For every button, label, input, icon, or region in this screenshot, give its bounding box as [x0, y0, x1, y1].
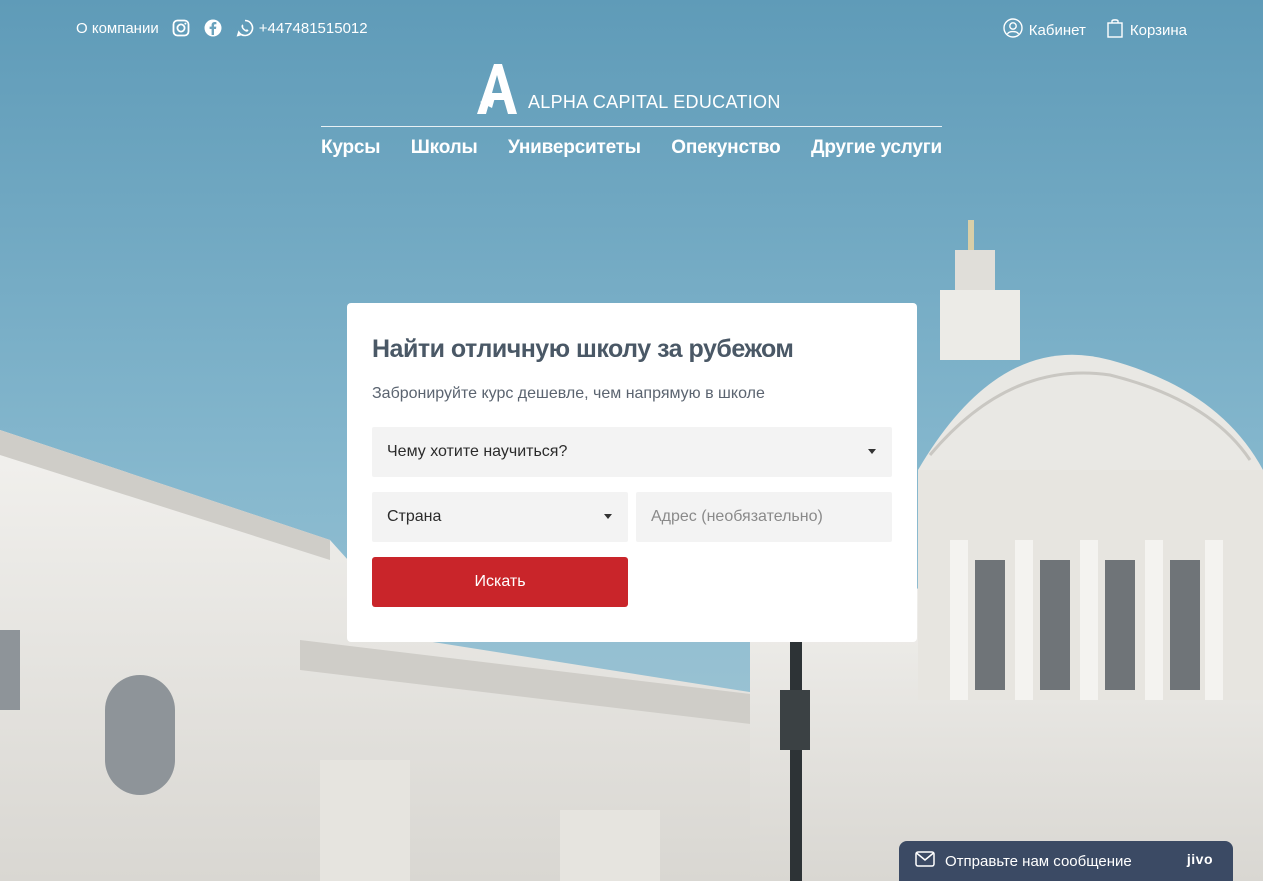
topbar-right: Кабинет Корзина: [1003, 18, 1187, 42]
nav-item-courses[interactable]: Курсы: [321, 137, 381, 159]
school-search-card: Найти отличную школу за рубежом Забронир…: [347, 303, 917, 642]
country-select-value: Страна: [387, 508, 442, 525]
jivo-logo: jivo: [1186, 851, 1213, 867]
phone-link[interactable]: +447481515012: [235, 18, 368, 38]
user-icon: [1003, 18, 1023, 42]
search-button[interactable]: Искать: [372, 557, 628, 607]
topbar-left: О компании +447481515012: [76, 18, 368, 38]
logo-text: ALPHA CAPITAL EDUCATION: [528, 92, 781, 112]
shopping-bag-icon: [1106, 18, 1124, 42]
nav-item-schools[interactable]: Школы: [411, 137, 478, 159]
alpha-logo-icon: [476, 64, 518, 119]
address-input[interactable]: [651, 508, 877, 526]
subject-select-value: Чему хотите научиться?: [387, 443, 568, 460]
nav-divider: [321, 126, 942, 127]
whatsapp-icon: [235, 18, 255, 38]
caret-down-icon: [604, 514, 612, 519]
about-link[interactable]: О компании: [76, 20, 159, 37]
main-nav: Курсы Школы Университеты Опекунство Друг…: [321, 137, 942, 159]
cabinet-label: Кабинет: [1028, 21, 1086, 39]
nav-item-guardianship[interactable]: Опекунство: [671, 137, 780, 159]
nav-item-other-services[interactable]: Другие услуги: [811, 137, 942, 159]
envelope-icon: [915, 851, 935, 871]
cart-link[interactable]: Корзина: [1106, 18, 1187, 42]
instagram-icon[interactable]: [171, 18, 191, 38]
nav-item-universities[interactable]: Университеты: [508, 137, 641, 159]
chat-widget[interactable]: Отправьте нам сообщение jivo: [899, 841, 1233, 881]
address-field-wrap: [636, 492, 892, 542]
subject-select[interactable]: Чему хотите научиться?: [372, 427, 892, 477]
site-logo[interactable]: ALPHA CAPITAL EDUCATION: [476, 64, 781, 119]
search-title: Найти отличную школу за рубежом: [372, 335, 794, 363]
cart-label: Корзина: [1129, 21, 1187, 39]
caret-down-icon: [868, 449, 876, 454]
chat-label: Отправьте нам сообщение: [945, 852, 1132, 870]
cabinet-link[interactable]: Кабинет: [1003, 18, 1086, 42]
facebook-icon[interactable]: [203, 18, 223, 38]
phone-number: +447481515012: [258, 19, 368, 37]
country-select[interactable]: Страна: [372, 492, 628, 542]
search-subtitle: Забронируйте курс дешевле, чем напрямую …: [372, 385, 765, 402]
